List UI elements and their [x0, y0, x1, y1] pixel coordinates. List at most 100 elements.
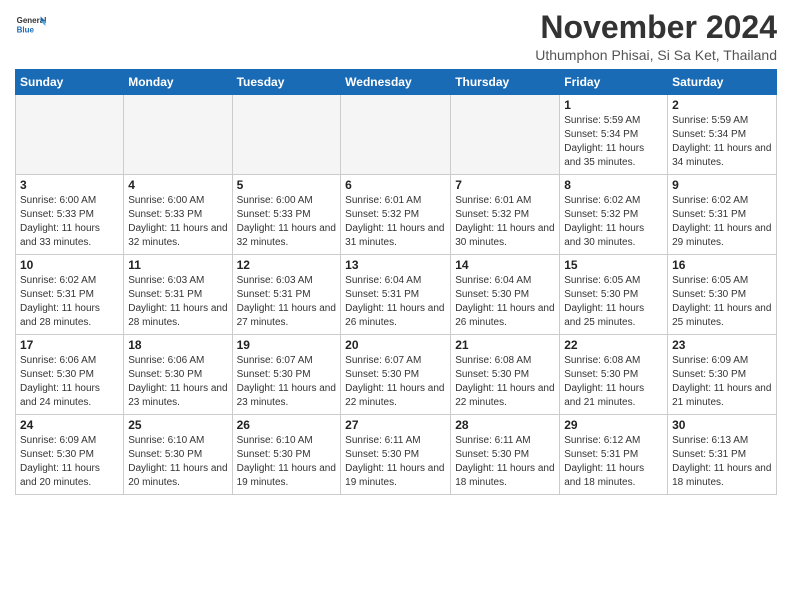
title-block: November 2024 Uthumphon Phisai, Si Sa Ke… — [535, 10, 777, 63]
day-info: Sunrise: 6:07 AM Sunset: 5:30 PM Dayligh… — [345, 354, 446, 410]
day-number: 16 — [672, 258, 772, 272]
day-info: Sunrise: 6:10 AM Sunset: 5:30 PM Dayligh… — [237, 434, 337, 490]
calendar-cell: 13 Sunrise: 6:04 AM Sunset: 5:31 PM Dayli… — [341, 255, 451, 335]
page-header: General Blue November 2024 Uthumphon Phi… — [15, 10, 777, 63]
calendar-cell: 2Sunrise: 5:59 AM Sunset: 5:34 PM Daylig… — [668, 95, 777, 175]
logo: General Blue — [15, 10, 47, 42]
day-info: Sunrise: 6:02 AM Sunset: 5:31 PM Dayligh… — [672, 194, 772, 250]
calendar-cell — [124, 95, 232, 175]
day-info: Sunrise: 5:59 AM Sunset: 5:34 PM Dayligh… — [564, 114, 663, 170]
day-info: Sunrise: 6:08 AM Sunset: 5:30 PM Dayligh… — [455, 354, 555, 410]
calendar-cell — [341, 95, 451, 175]
day-info: Sunrise: 6:05 AM Sunset: 5:30 PM Dayligh… — [564, 274, 663, 330]
calendar-cell: 1 Sunrise: 5:59 AM Sunset: 5:34 PM Daylig… — [560, 95, 668, 175]
day-number: 26 — [237, 418, 337, 432]
day-info: Sunrise: 6:09 AM Sunset: 5:30 PM Dayligh… — [672, 354, 772, 410]
calendar-header-row: SundayMondayTuesdayWednesdayThursdayFrid… — [16, 70, 777, 95]
day-number: 23 — [672, 338, 772, 352]
day-header-wednesday: Wednesday — [341, 70, 451, 95]
calendar-cell: 4 Sunrise: 6:00 AM Sunset: 5:33 PM Daylig… — [124, 175, 232, 255]
week-row-4: 24Sunrise: 6:09 AM Sunset: 5:30 PM Dayli… — [16, 415, 777, 495]
day-info: Sunrise: 6:09 AM Sunset: 5:30 PM Dayligh… — [20, 434, 119, 490]
month-title: November 2024 — [535, 10, 777, 45]
day-info: Sunrise: 6:10 AM Sunset: 5:30 PM Dayligh… — [128, 434, 227, 490]
calendar-cell: 27Sunrise: 6:11 AM Sunset: 5:30 PM Dayli… — [341, 415, 451, 495]
day-number: 29 — [564, 418, 663, 432]
day-number: 17 — [20, 338, 119, 352]
day-number: 4 — [128, 178, 227, 192]
day-info: Sunrise: 6:00 AM Sunset: 5:33 PM Dayligh… — [237, 194, 337, 250]
day-info: Sunrise: 6:05 AM Sunset: 5:30 PM Dayligh… — [672, 274, 772, 330]
calendar-cell: 17 Sunrise: 6:06 AM Sunset: 5:30 PM Dayli… — [16, 335, 124, 415]
location: Uthumphon Phisai, Si Sa Ket, Thailand — [535, 47, 777, 63]
day-info: Sunrise: 6:07 AM Sunset: 5:30 PM Dayligh… — [237, 354, 337, 410]
day-number: 8 — [564, 178, 663, 192]
day-info: Sunrise: 6:06 AM Sunset: 5:30 PM Dayligh… — [128, 354, 227, 410]
day-info: Sunrise: 6:03 AM Sunset: 5:31 PM Dayligh… — [237, 274, 337, 330]
day-header-saturday: Saturday — [668, 70, 777, 95]
calendar-cell: 7Sunrise: 6:01 AM Sunset: 5:32 PM Daylig… — [451, 175, 560, 255]
calendar-cell: 24Sunrise: 6:09 AM Sunset: 5:30 PM Dayli… — [16, 415, 124, 495]
calendar-cell: 6Sunrise: 6:01 AM Sunset: 5:32 PM Daylig… — [341, 175, 451, 255]
day-header-thursday: Thursday — [451, 70, 560, 95]
day-info: Sunrise: 6:08 AM Sunset: 5:30 PM Dayligh… — [564, 354, 663, 410]
day-number: 7 — [455, 178, 555, 192]
day-number: 10 — [20, 258, 119, 272]
calendar-cell — [232, 95, 341, 175]
calendar-cell: 3Sunrise: 6:00 AM Sunset: 5:33 PM Daylig… — [16, 175, 124, 255]
day-number: 3 — [20, 178, 119, 192]
calendar-cell: 22 Sunrise: 6:08 AM Sunset: 5:30 PM Dayli… — [560, 335, 668, 415]
day-header-tuesday: Tuesday — [232, 70, 341, 95]
calendar-cell: 21 Sunrise: 6:08 AM Sunset: 5:30 PM Dayli… — [451, 335, 560, 415]
week-row-0: 1 Sunrise: 5:59 AM Sunset: 5:34 PM Daylig… — [16, 95, 777, 175]
day-number: 14 — [455, 258, 555, 272]
day-info: Sunrise: 5:59 AM Sunset: 5:34 PM Dayligh… — [672, 114, 772, 170]
calendar-cell: 28 Sunrise: 6:11 AM Sunset: 5:30 PM Dayli… — [451, 415, 560, 495]
day-info: Sunrise: 6:00 AM Sunset: 5:33 PM Dayligh… — [128, 194, 227, 250]
day-number: 28 — [455, 418, 555, 432]
day-number: 19 — [237, 338, 337, 352]
calendar-cell — [16, 95, 124, 175]
day-info: Sunrise: 6:03 AM Sunset: 5:31 PM Dayligh… — [128, 274, 227, 330]
day-number: 27 — [345, 418, 446, 432]
week-row-1: 3 Sunrise: 6:00 AM Sunset: 5:33 PM Daylig… — [16, 175, 777, 255]
day-number: 12 — [237, 258, 337, 272]
calendar-cell: 15 Sunrise: 6:05 AM Sunset: 5:30 PM Dayli… — [560, 255, 668, 335]
day-header-friday: Friday — [560, 70, 668, 95]
calendar-cell: 18 Sunrise: 6:06 AM Sunset: 5:30 PM Dayli… — [124, 335, 232, 415]
day-number: 30 — [672, 418, 772, 432]
day-info: Sunrise: 6:06 AM Sunset: 5:30 PM Dayligh… — [20, 354, 119, 410]
day-number: 1 — [564, 98, 663, 112]
day-header-monday: Monday — [124, 70, 232, 95]
day-number: 11 — [128, 258, 227, 272]
day-info: Sunrise: 6:04 AM Sunset: 5:30 PM Dayligh… — [455, 274, 555, 330]
calendar-cell: 5 Sunrise: 6:00 AM Sunset: 5:33 PM Daylig… — [232, 175, 341, 255]
day-number: 21 — [455, 338, 555, 352]
calendar-cell: 23 Sunrise: 6:09 AM Sunset: 5:30 PM Dayli… — [668, 335, 777, 415]
week-row-2: 10Sunrise: 6:02 AM Sunset: 5:31 PM Dayli… — [16, 255, 777, 335]
day-info: Sunrise: 6:01 AM Sunset: 5:32 PM Dayligh… — [345, 194, 446, 250]
day-number: 22 — [564, 338, 663, 352]
day-info: Sunrise: 6:04 AM Sunset: 5:31 PM Dayligh… — [345, 274, 446, 330]
day-number: 13 — [345, 258, 446, 272]
calendar-cell: 19 Sunrise: 6:07 AM Sunset: 5:30 PM Dayli… — [232, 335, 341, 415]
calendar-cell: 11 Sunrise: 6:03 AM Sunset: 5:31 PM Dayli… — [124, 255, 232, 335]
calendar-cell: 29 Sunrise: 6:12 AM Sunset: 5:31 PM Dayli… — [560, 415, 668, 495]
day-number: 15 — [564, 258, 663, 272]
day-info: Sunrise: 6:11 AM Sunset: 5:30 PM Dayligh… — [455, 434, 555, 490]
calendar-cell: 14 Sunrise: 6:04 AM Sunset: 5:30 PM Dayli… — [451, 255, 560, 335]
calendar-cell: 9Sunrise: 6:02 AM Sunset: 5:31 PM Daylig… — [668, 175, 777, 255]
calendar-cell: 8Sunrise: 6:02 AM Sunset: 5:32 PM Daylig… — [560, 175, 668, 255]
calendar-cell: 10Sunrise: 6:02 AM Sunset: 5:31 PM Dayli… — [16, 255, 124, 335]
svg-text:Blue: Blue — [17, 25, 35, 34]
day-number: 18 — [128, 338, 227, 352]
week-row-3: 17 Sunrise: 6:06 AM Sunset: 5:30 PM Dayli… — [16, 335, 777, 415]
calendar-cell: 30 Sunrise: 6:13 AM Sunset: 5:31 PM Dayli… — [668, 415, 777, 495]
day-info: Sunrise: 6:12 AM Sunset: 5:31 PM Dayligh… — [564, 434, 663, 490]
day-info: Sunrise: 6:13 AM Sunset: 5:31 PM Dayligh… — [672, 434, 772, 490]
day-number: 25 — [128, 418, 227, 432]
logo-icon: General Blue — [15, 10, 47, 42]
day-number: 5 — [237, 178, 337, 192]
calendar-cell: 25 Sunrise: 6:10 AM Sunset: 5:30 PM Dayli… — [124, 415, 232, 495]
calendar-cell: 16 Sunrise: 6:05 AM Sunset: 5:30 PM Dayli… — [668, 255, 777, 335]
